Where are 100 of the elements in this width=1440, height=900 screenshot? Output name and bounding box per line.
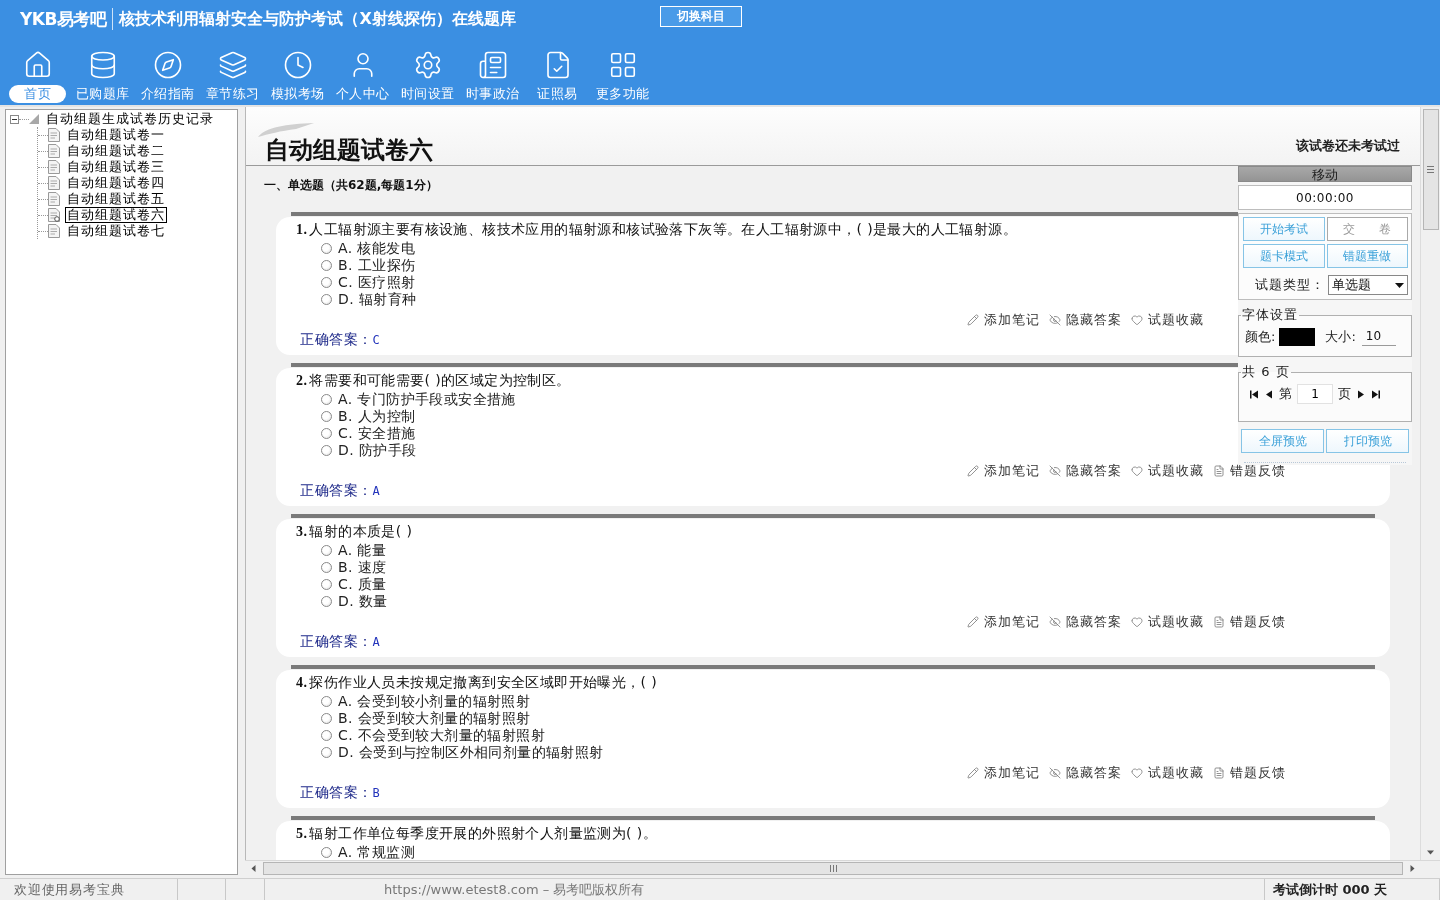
- favorite-link[interactable]: 试题收藏: [1131, 462, 1204, 480]
- last-page-icon[interactable]: [1371, 389, 1381, 399]
- page-number-field[interactable]: 1: [1297, 384, 1333, 404]
- color-swatch[interactable]: [1279, 328, 1316, 346]
- tree-item[interactable]: 自动组题试卷七: [65, 223, 167, 239]
- add-note-link[interactable]: 添加笔记: [967, 462, 1040, 480]
- radio-button[interactable]: [321, 411, 332, 422]
- first-page-icon[interactable]: [1249, 389, 1259, 399]
- scrollbar-thumb[interactable]: [1422, 109, 1439, 230]
- horizontal-scrollbar[interactable]: [245, 860, 1440, 876]
- tree-item[interactable]: 自动组题试卷六: [65, 207, 167, 223]
- nav-button[interactable]: 首页: [5, 42, 70, 103]
- hide-answer-link[interactable]: 隐藏答案: [1049, 764, 1122, 782]
- radio-button[interactable]: [321, 747, 332, 758]
- arrow-down-icon[interactable]: [1427, 849, 1434, 856]
- next-page-icon[interactable]: [1356, 389, 1366, 399]
- answer-value: C: [372, 333, 380, 347]
- favorite-link[interactable]: 试题收藏: [1131, 311, 1204, 329]
- radio-button[interactable]: [321, 277, 332, 288]
- eye-off-icon: [1049, 465, 1061, 477]
- radio-button[interactable]: [321, 730, 332, 741]
- radio-button[interactable]: [321, 545, 332, 556]
- layers-icon: [217, 50, 248, 80]
- option-label: B. 速度: [338, 558, 387, 577]
- option-label: D. 数量: [338, 592, 388, 611]
- radio-button[interactable]: [321, 696, 332, 707]
- feedback-link[interactable]: 错题反馈: [1213, 764, 1286, 782]
- radio-button[interactable]: [321, 562, 332, 573]
- app-title: 核技术利用辐射安全与防护考试（X射线探伤）在线题库: [119, 8, 517, 30]
- pencil-icon: [967, 767, 979, 779]
- option-label: D. 会受到与控制区外相同剂量的辐射照射: [338, 743, 604, 762]
- timer-display: 00:00:00: [1238, 185, 1412, 210]
- question-text: 3.辐射的本质是( ): [296, 522, 413, 541]
- tree-item[interactable]: 自动组题试卷一: [65, 127, 167, 143]
- eye-off-icon: [1049, 616, 1061, 628]
- copyright-text: https://www.etest8.com – 易考吧版权所有: [384, 880, 645, 899]
- radio-button[interactable]: [321, 260, 332, 271]
- radio-button[interactable]: [321, 713, 332, 724]
- feedback-link[interactable]: 错题反馈: [1213, 462, 1286, 480]
- answer-value: A: [372, 635, 380, 649]
- radio-button[interactable]: [321, 243, 332, 254]
- arrow-left-icon[interactable]: [250, 865, 257, 872]
- answer-label: 正确答案：: [300, 331, 373, 349]
- newspaper-icon: [477, 50, 508, 80]
- section-heading: 一、单选题（共62题,每题1分）: [264, 178, 438, 192]
- favorite-link[interactable]: 试题收藏: [1131, 764, 1204, 782]
- document-icon: [1213, 616, 1225, 628]
- color-label: 颜色:: [1245, 328, 1276, 346]
- add-note-link[interactable]: 添加笔记: [967, 613, 1040, 631]
- option-label: A. 常规监测: [338, 843, 416, 860]
- add-note-link[interactable]: 添加笔记: [967, 764, 1040, 782]
- favorite-link[interactable]: 试题收藏: [1131, 613, 1204, 631]
- heart-icon: [1131, 465, 1143, 477]
- option-label: C. 不会受到较大剂量的辐射照射: [338, 726, 546, 745]
- group-legend: 共 6 页: [1241, 363, 1291, 381]
- document-icon: [1213, 465, 1225, 477]
- paper-title: 自动组题试卷六: [265, 137, 433, 163]
- feedback-link[interactable]: 错题反馈: [1213, 613, 1286, 631]
- hide-answer-link[interactable]: 隐藏答案: [1049, 462, 1122, 480]
- answer-value: A: [372, 484, 380, 498]
- hide-answer-link[interactable]: 隐藏答案: [1049, 311, 1122, 329]
- question-type-select[interactable]: 单选题: [1328, 275, 1408, 295]
- radio-button[interactable]: [321, 445, 332, 456]
- arrow-right-icon[interactable]: [1409, 865, 1416, 872]
- radio-button[interactable]: [321, 596, 332, 607]
- tree-item[interactable]: 自动组题试卷五: [65, 191, 167, 207]
- tree-item[interactable]: 自动组题试卷二: [65, 143, 167, 159]
- answer-label: 正确答案：: [300, 633, 373, 651]
- pencil-icon: [967, 465, 979, 477]
- question-text: 2.将需要和可能需要( )的区域定为控制区。: [296, 371, 571, 390]
- group-legend: 字体设置: [1241, 306, 1299, 324]
- option-label: C. 安全措施: [338, 424, 416, 443]
- vertical-scrollbar[interactable]: [1420, 107, 1440, 860]
- radio-button[interactable]: [321, 294, 332, 305]
- option-label: A. 会受到较小剂量的辐射照射: [338, 692, 531, 711]
- radio-button[interactable]: [321, 579, 332, 590]
- answer-label: 正确答案：: [300, 784, 373, 802]
- clock-icon: [282, 50, 313, 80]
- triangle-icon: [29, 114, 39, 124]
- heart-icon: [1131, 314, 1143, 326]
- document-icon: [1213, 767, 1225, 779]
- page-prefix: 第: [1279, 385, 1292, 403]
- size-label: 大小:: [1325, 328, 1356, 346]
- hide-answer-link[interactable]: 隐藏答案: [1049, 613, 1122, 631]
- option-label: C. 医疗照射: [338, 273, 416, 292]
- option-label: B. 工业探伤: [338, 256, 416, 275]
- move-handle[interactable]: 移动: [1238, 166, 1412, 182]
- previous-page-icon[interactable]: [1264, 389, 1274, 399]
- tree-item[interactable]: 自动组题试卷四: [65, 175, 167, 191]
- question-text: 5.辐射工作单位每季度开展的外照射个人剂量监测为( )。: [296, 824, 658, 843]
- option-label: C. 质量: [338, 575, 387, 594]
- collapse-icon[interactable]: [10, 114, 19, 124]
- font-size-field[interactable]: 10: [1361, 328, 1396, 346]
- tree-root-label[interactable]: 自动组题生成试卷历史记录: [44, 111, 216, 127]
- add-note-link[interactable]: 添加笔记: [967, 311, 1040, 329]
- tree-item[interactable]: 自动组题试卷三: [65, 159, 167, 175]
- radio-button[interactable]: [321, 847, 332, 858]
- scrollbar-thumb[interactable]: [263, 862, 1403, 875]
- radio-button[interactable]: [321, 428, 332, 439]
- radio-button[interactable]: [321, 394, 332, 405]
